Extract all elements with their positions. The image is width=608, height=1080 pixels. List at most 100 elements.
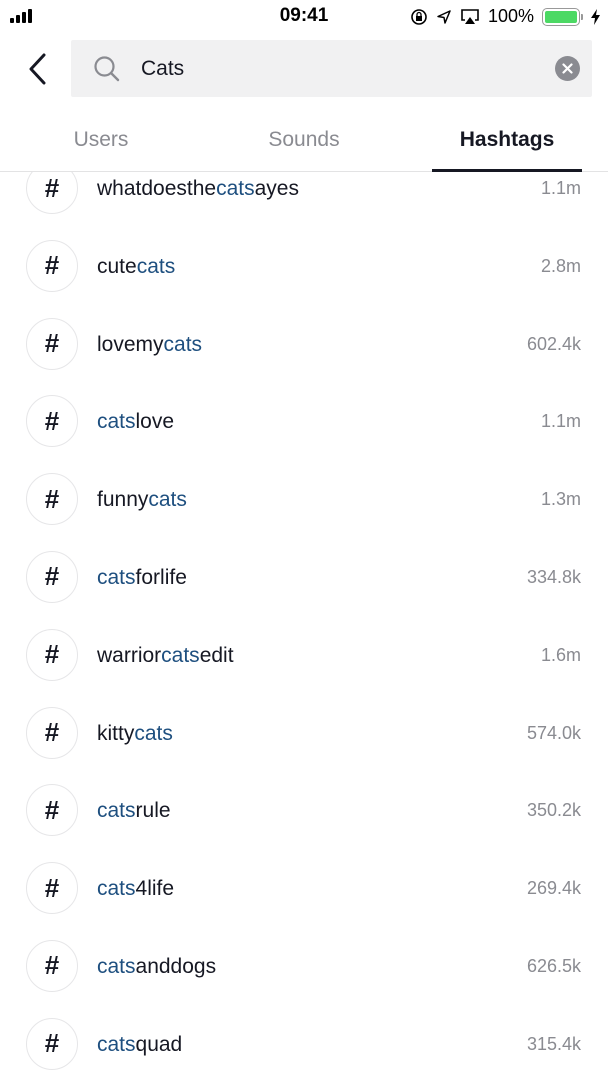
hashtag-view-count: 269.4k (526, 878, 581, 899)
hashtag-name-suffix: ayes (254, 177, 299, 200)
hashtag-view-count: 2.8m (540, 255, 581, 276)
hashtag-view-count: 626.5k (526, 955, 581, 976)
hashtag-name-prefix: warrior (97, 643, 162, 667)
hash-glyph: # (44, 872, 60, 903)
hash-glyph: # (44, 794, 60, 825)
hashtag-view-count: 350.2k (526, 800, 581, 821)
hashtag-icon: # (26, 862, 78, 915)
hashtag-icon: # (26, 317, 78, 370)
hashtag-name-prefix: cute (97, 254, 137, 278)
hashtag-name: warriorcatsedit (97, 617, 234, 694)
hashtag-view-count: 1.1m (540, 411, 581, 432)
tab-sounds[interactable]: Sounds (229, 110, 379, 171)
battery-icon (542, 7, 583, 26)
hashtag-icon: # (26, 784, 78, 837)
hashtag-name-match: cats (136, 254, 176, 278)
hashtag-name-match: cats (97, 799, 136, 823)
hashtag-name-match: cats (134, 721, 173, 745)
hashtag-result-row[interactable]: # catsrule 350.2k (0, 772, 608, 850)
hashtag-result-row[interactable]: # funnycats 1.3m (0, 461, 608, 539)
hashtag-name: catsrule (97, 772, 171, 849)
hash-glyph: # (44, 328, 60, 359)
battery-percent: 100% (487, 6, 534, 26)
hashtag-result-row[interactable]: # kittycats 574.0k (0, 695, 608, 773)
back-button[interactable] (22, 50, 54, 88)
hashtag-icon: # (26, 1017, 78, 1070)
hashtag-name-suffix: quad (135, 1032, 183, 1056)
search-box[interactable] (71, 40, 592, 97)
hashtag-name-match: cats (97, 877, 136, 901)
hashtag-results-list[interactable]: # whatdoesthecatsayes 1.1m # cutecats 2.… (0, 172, 608, 1080)
hashtag-view-count: 1.6m (540, 644, 581, 665)
hashtag-name: catsquad (97, 1006, 182, 1080)
hashtag-name-suffix: forlife (135, 565, 187, 589)
location-icon (437, 9, 451, 24)
status-bar: 09:41 100% (0, 0, 608, 34)
hashtag-view-count: 574.0k (526, 722, 581, 743)
hashtag-name: kittycats (97, 695, 173, 772)
hash-glyph: # (44, 950, 60, 981)
hashtag-name-suffix: edit (199, 643, 234, 667)
hashtag-name-match: cats (161, 643, 200, 667)
hashtag-name-prefix: kitty (97, 721, 135, 745)
hashtag-name: catsforlife (97, 539, 187, 616)
hashtag-result-row[interactable]: # lovemycats 602.4k (0, 306, 608, 384)
hash-glyph: # (44, 405, 60, 436)
hashtag-icon: # (26, 239, 78, 292)
search-header (0, 40, 608, 98)
hashtag-view-count: 315.4k (526, 1033, 581, 1054)
search-input[interactable] (141, 40, 541, 97)
chevron-left-icon (29, 53, 46, 85)
tab-users[interactable]: Users (26, 110, 176, 171)
hashtag-icon: # (26, 939, 78, 992)
search-icon (94, 56, 120, 82)
hash-glyph: # (44, 561, 60, 592)
hash-glyph: # (44, 483, 60, 514)
hashtag-name-match: cats (97, 1032, 136, 1056)
charging-icon (591, 8, 600, 25)
hashtag-name: catsanddogs (97, 928, 216, 1005)
hashtag-icon: # (26, 172, 78, 214)
hashtag-result-row[interactable]: # cats4life 269.4k (0, 850, 608, 928)
airplay-icon (461, 9, 479, 24)
hashtag-name: cats4life (97, 850, 174, 927)
hashtag-name-match: cats (97, 954, 136, 978)
hash-glyph: # (44, 1028, 60, 1059)
hashtag-view-count: 1.1m (540, 178, 581, 198)
hashtag-name-suffix: love (135, 410, 175, 434)
hashtag-name-prefix: lovemy (97, 332, 164, 356)
hashtag-name: catslove (97, 383, 174, 460)
hashtag-icon: # (26, 628, 78, 681)
hashtag-name-suffix: anddogs (135, 954, 217, 978)
hashtag-name-match: cats (148, 488, 187, 512)
hashtag-result-row[interactable]: # catsforlife 334.8k (0, 539, 608, 617)
hashtag-view-count: 334.8k (526, 566, 581, 587)
orientation-lock-icon (411, 8, 427, 25)
hashtag-result-row[interactable]: # catslove 1.1m (0, 383, 608, 461)
hashtag-icon: # (26, 395, 78, 448)
hashtag-result-row[interactable]: # catsanddogs 626.5k (0, 928, 608, 1006)
hashtag-icon: # (26, 550, 78, 603)
hashtag-name-match: cats (216, 177, 255, 200)
hash-glyph: # (44, 250, 60, 281)
hashtag-view-count: 602.4k (526, 333, 581, 354)
hashtag-name: whatdoesthecatsayes (97, 172, 299, 227)
hashtag-name: cutecats (97, 228, 175, 305)
hashtag-name: lovemycats (97, 306, 202, 383)
hashtag-name-suffix: rule (135, 799, 171, 823)
hashtag-name: funnycats (97, 461, 187, 538)
hashtag-result-row[interactable]: # whatdoesthecatsayes 1.1m (0, 172, 608, 228)
hashtag-name-prefix: whatdoesthe (97, 177, 217, 200)
hash-glyph: # (44, 717, 60, 748)
hash-glyph: # (44, 639, 60, 670)
hashtag-name-prefix: funny (97, 488, 149, 512)
tab-hashtags[interactable]: Hashtags (432, 110, 582, 171)
hashtag-name-suffix: 4life (135, 877, 175, 901)
hashtag-result-row[interactable]: # cutecats 2.8m (0, 228, 608, 306)
hashtag-name-match: cats (97, 410, 136, 434)
clear-search-button[interactable] (555, 56, 580, 81)
hashtag-result-row[interactable]: # warriorcatsedit 1.6m (0, 617, 608, 695)
result-tabs: Users Sounds Hashtags (0, 110, 608, 172)
hashtag-result-row[interactable]: # catsquad 315.4k (0, 1006, 608, 1080)
hashtag-view-count: 1.3m (540, 489, 581, 510)
